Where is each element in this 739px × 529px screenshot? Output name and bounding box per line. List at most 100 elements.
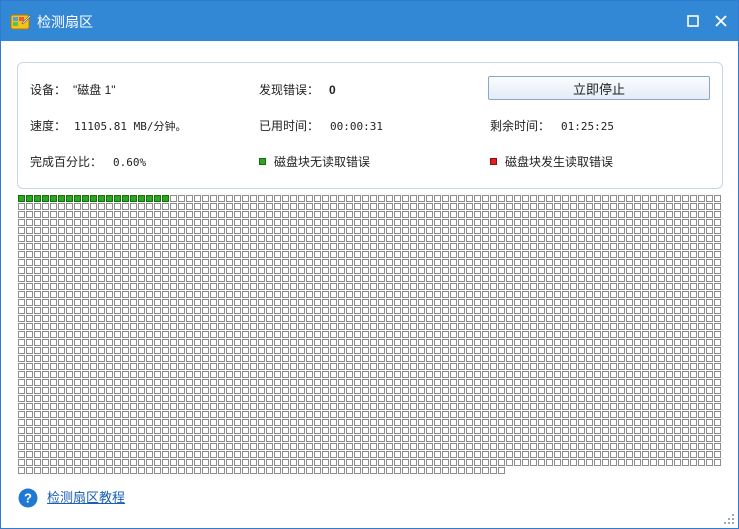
disk-block-unchecked — [490, 363, 497, 370]
disk-block-unchecked — [706, 315, 713, 322]
disk-block-unchecked — [658, 339, 665, 346]
disk-block-unchecked — [418, 467, 425, 474]
disk-block-unchecked — [618, 435, 625, 442]
disk-block-unchecked — [370, 355, 377, 362]
disk-block-unchecked — [226, 331, 233, 338]
disk-block-unchecked — [162, 299, 169, 306]
disk-block-unchecked — [458, 395, 465, 402]
disk-block-unchecked — [338, 251, 345, 258]
disk-block-unchecked — [426, 227, 433, 234]
disk-block-unchecked — [298, 363, 305, 370]
disk-block-unchecked — [658, 251, 665, 258]
disk-block-unchecked — [106, 283, 113, 290]
disk-block-unchecked — [362, 307, 369, 314]
disk-block-unchecked — [74, 235, 81, 242]
disk-block-unchecked — [546, 219, 553, 226]
disk-block-unchecked — [618, 403, 625, 410]
disk-block-unchecked — [178, 203, 185, 210]
stop-now-button[interactable]: 立即停止 — [488, 76, 710, 100]
disk-block-unchecked — [250, 411, 257, 418]
disk-block-unchecked — [570, 347, 577, 354]
disk-block-unchecked — [602, 203, 609, 210]
disk-block-unchecked — [98, 227, 105, 234]
disk-block-unchecked — [170, 371, 177, 378]
disk-block-unchecked — [642, 347, 649, 354]
disk-block-unchecked — [154, 323, 161, 330]
disk-block-unchecked — [634, 395, 641, 402]
disk-block-unchecked — [266, 347, 273, 354]
disk-block-unchecked — [378, 219, 385, 226]
check-sectors-tutorial-link[interactable]: 检测扇区教程 — [47, 490, 125, 506]
disk-block-unchecked — [450, 211, 457, 218]
disk-block-unchecked — [130, 291, 137, 298]
disk-block-unchecked — [506, 411, 513, 418]
disk-block-unchecked — [634, 347, 641, 354]
disk-block-unchecked — [74, 219, 81, 226]
disk-block-unchecked — [338, 243, 345, 250]
disk-block-unchecked — [514, 299, 521, 306]
disk-block-unchecked — [66, 307, 73, 314]
disk-block-unchecked — [338, 259, 345, 266]
disk-block-unchecked — [138, 435, 145, 442]
disk-block-unchecked — [538, 363, 545, 370]
maximize-icon[interactable] — [683, 11, 703, 31]
disk-block-unchecked — [426, 315, 433, 322]
close-icon[interactable] — [711, 11, 731, 31]
disk-block-unchecked — [18, 315, 25, 322]
disk-block-unchecked — [298, 339, 305, 346]
disk-block-unchecked — [458, 411, 465, 418]
disk-block-unchecked — [514, 355, 521, 362]
title-bar[interactable]: 检测扇区 — [1, 1, 738, 41]
disk-block-unchecked — [514, 211, 521, 218]
disk-block-unchecked — [514, 203, 521, 210]
disk-block-unchecked — [138, 387, 145, 394]
disk-block-unchecked — [698, 347, 705, 354]
disk-block-unchecked — [674, 219, 681, 226]
disk-block-unchecked — [114, 467, 121, 474]
disk-block-unchecked — [538, 331, 545, 338]
resize-grip-icon[interactable] — [723, 513, 735, 525]
disk-block-unchecked — [642, 363, 649, 370]
disk-block-unchecked — [418, 395, 425, 402]
disk-block-unchecked — [450, 315, 457, 322]
disk-block-unchecked — [354, 291, 361, 298]
disk-block-unchecked — [570, 355, 577, 362]
disk-block-unchecked — [258, 275, 265, 282]
disk-block-unchecked — [258, 379, 265, 386]
disk-block-unchecked — [106, 203, 113, 210]
disk-block-unchecked — [170, 339, 177, 346]
disk-block-unchecked — [250, 363, 257, 370]
disk-block-unchecked — [570, 227, 577, 234]
disk-block-unchecked — [458, 379, 465, 386]
disk-block-unchecked — [594, 387, 601, 394]
disk-block-unchecked — [434, 427, 441, 434]
disk-block-unchecked — [514, 403, 521, 410]
disk-block-unchecked — [674, 323, 681, 330]
disk-block-unchecked — [106, 363, 113, 370]
disk-block-unchecked — [130, 275, 137, 282]
disk-block-unchecked — [82, 339, 89, 346]
disk-block-unchecked — [50, 291, 57, 298]
disk-block-unchecked — [442, 355, 449, 362]
disk-block-unchecked — [74, 379, 81, 386]
disk-block-unchecked — [50, 275, 57, 282]
disk-block-unchecked — [338, 459, 345, 466]
help-icon[interactable]: ? — [18, 488, 38, 508]
disk-block-unchecked — [26, 363, 33, 370]
disk-block-unchecked — [258, 411, 265, 418]
disk-block-unchecked — [234, 243, 241, 250]
disk-block-unchecked — [474, 259, 481, 266]
disk-block-unchecked — [138, 427, 145, 434]
disk-block-unchecked — [250, 307, 257, 314]
disk-block-unchecked — [170, 419, 177, 426]
disk-block-unchecked — [410, 339, 417, 346]
disk-block-unchecked — [402, 459, 409, 466]
disk-block-unchecked — [546, 251, 553, 258]
disk-block-unchecked — [210, 251, 217, 258]
disk-block-unchecked — [82, 347, 89, 354]
disk-block-unchecked — [602, 211, 609, 218]
disk-block-unchecked — [354, 443, 361, 450]
disk-block-unchecked — [74, 443, 81, 450]
disk-block-unchecked — [242, 443, 249, 450]
disk-block-unchecked — [578, 395, 585, 402]
